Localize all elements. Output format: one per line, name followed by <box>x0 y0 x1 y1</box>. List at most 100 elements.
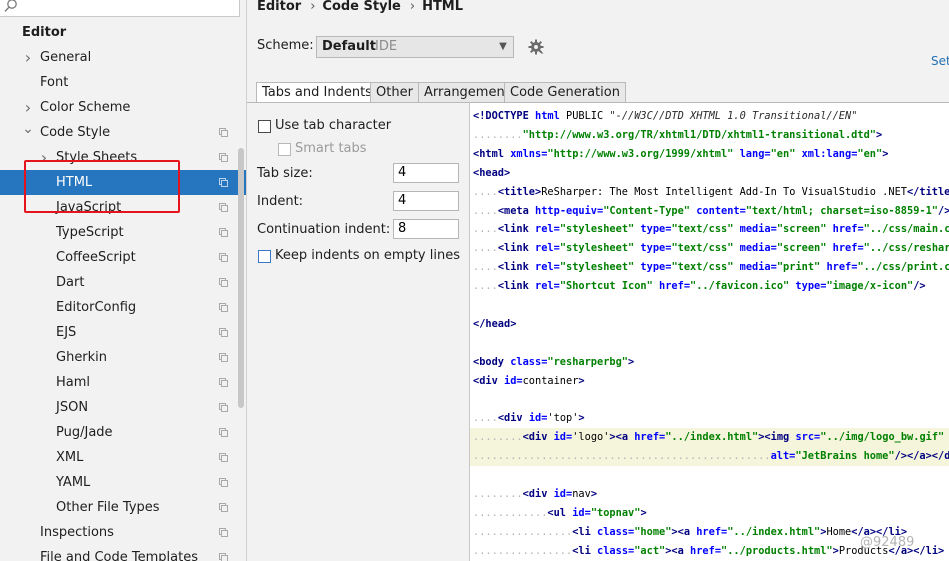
sidebar-item-label: XML <box>56 450 84 465</box>
sidebar-scrollbar[interactable] <box>238 148 244 408</box>
sidebar-item-dart[interactable]: Dart <box>0 270 246 295</box>
code-line: ....<link rel="stylesheet" type="text/cs… <box>473 258 949 277</box>
sidebar-item-other-file-types[interactable]: Other File Types <box>0 495 246 520</box>
code-token: > <box>578 412 585 425</box>
tab-code-generation[interactable]: Code Generation <box>504 82 626 102</box>
sidebar-item-yaml[interactable]: YAML <box>0 470 246 495</box>
breadcrumb-item-code-style[interactable]: Code Style <box>322 0 400 14</box>
sidebar-item-font[interactable]: Font <box>0 70 246 95</box>
indent-input[interactable] <box>393 191 459 211</box>
use-tab-checkbox[interactable] <box>258 120 271 133</box>
chevron-right-icon[interactable]: › <box>22 45 34 70</box>
sidebar-item-editor[interactable]: Editor <box>0 20 246 45</box>
code-token: <link <box>497 280 536 293</box>
code-token: "text/html; charset=iso-8859-1" <box>745 204 938 217</box>
continuation-indent-input[interactable] <box>393 219 459 239</box>
code-token: > <box>590 488 598 500</box>
tab-tabs-and-indents[interactable]: Tabs and Indents <box>256 82 378 103</box>
code-token: href= <box>826 242 864 255</box>
code-token: <ul <box>547 506 573 519</box>
code-token: "JetBrains home" <box>795 450 895 463</box>
sidebar-item-ejs[interactable]: EJS <box>0 320 246 345</box>
code-token: ............ <box>473 506 548 519</box>
sidebar-item-xml[interactable]: XML <box>0 445 246 470</box>
code-token: width= <box>944 431 949 443</box>
code-token: class= <box>510 355 548 368</box>
watermark-text: @92489 <box>860 535 915 550</box>
code-token: rel= <box>535 242 560 255</box>
tab-arrangement[interactable]: Arrangement <box>418 82 516 102</box>
code-token: id= <box>553 431 573 444</box>
sidebar-item-label: Pug/Jade <box>56 425 113 440</box>
sidebar-item-html[interactable]: HTML <box>0 170 246 195</box>
code-token: ><a <box>609 431 635 444</box>
code-token: "text/css" <box>671 223 734 236</box>
code-token: > <box>640 506 647 519</box>
code-line: <body class="resharperbg"> <box>473 353 634 372</box>
code-line: ....<title>ReSharper: The Most Intellige… <box>473 183 949 202</box>
code-token: lang= <box>733 147 771 160</box>
chevron-right-icon[interactable]: › <box>38 145 50 170</box>
code-token: 'logo' <box>572 431 610 444</box>
code-token: src= <box>795 431 821 444</box>
code-token: rel= <box>535 280 560 293</box>
code-line: ....<link rel="stylesheet" type="text/cs… <box>473 220 949 239</box>
code-token: "Shortcut Icon" <box>559 280 653 293</box>
code-token: http-equiv= <box>535 204 604 217</box>
sidebar-item-gherkin[interactable]: Gherkin <box>0 345 246 370</box>
sidebar-item-code-style[interactable]: ⌄ Code Style <box>0 120 246 145</box>
keep-indents-checkbox[interactable] <box>258 250 271 263</box>
code-token: "Content-Type" <box>603 204 691 217</box>
sidebar-item-inspections[interactable]: Inspections <box>0 520 246 545</box>
sidebar-item-pug-jade[interactable]: Pug/Jade <box>0 420 246 445</box>
sidebar-item-haml[interactable]: Haml <box>0 370 246 395</box>
code-token: Home <box>826 525 852 538</box>
project-scheme-icon <box>219 453 228 462</box>
code-token: id= <box>528 412 548 425</box>
sidebar-item-label: HTML <box>56 175 93 190</box>
sidebar-item-label: EditorConfig <box>56 300 137 315</box>
tab-other[interactable]: Other <box>370 82 419 102</box>
sidebar-item-typescript[interactable]: TypeScript <box>0 220 246 245</box>
code-line: ....<link rel="stylesheet" type="text/cs… <box>473 239 949 258</box>
code-token: <link <box>497 242 536 255</box>
chevron-down-icon[interactable]: ⌄ <box>22 120 34 145</box>
code-token: "text/css" <box>671 242 734 255</box>
code-token: id= <box>572 506 591 519</box>
code-preview[interactable]: <!DOCTYPE html PUBLIC "-//W3C//DTD XHTML… <box>470 103 949 561</box>
sidebar-item-editorconfig[interactable]: EditorConfig <box>0 295 246 320</box>
code-token: .... <box>473 261 498 274</box>
code-token: 'top' <box>547 412 579 425</box>
code-token: <div <box>522 431 554 444</box>
search-input[interactable] <box>0 0 240 17</box>
sidebar-item-javascript[interactable]: JavaScript <box>0 195 246 220</box>
code-token: ><img <box>758 431 796 444</box>
code-token: id= <box>504 374 523 387</box>
code-token: > <box>875 128 883 141</box>
sidebar-item-file-and-code-templates[interactable]: File and Code Templates <box>0 545 246 561</box>
code-token: href= <box>826 223 864 236</box>
project-scheme-icon <box>219 228 228 237</box>
set-from-link[interactable]: Set <box>931 54 949 68</box>
sidebar-item-json[interactable]: JSON <box>0 395 246 420</box>
sidebar-item-color-scheme[interactable]: › Color Scheme <box>0 95 246 120</box>
sidebar-item-label: Font <box>40 75 69 90</box>
project-scheme-icon <box>219 203 228 212</box>
sidebar-item-label: CoffeeScript <box>56 250 136 265</box>
code-line: ................<li class="home"><a href… <box>473 523 907 542</box>
sidebar-item-general[interactable]: › General <box>0 45 246 70</box>
code-token: > <box>578 374 585 387</box>
code-line: ........"http://www.w3.org/TR/xhtml1/DTD… <box>473 126 882 145</box>
sidebar-item-style-sheets[interactable]: › Style Sheets <box>0 145 246 170</box>
sidebar-item-label: Color Scheme <box>40 100 131 115</box>
breadcrumb-item-editor[interactable]: Editor <box>257 0 301 14</box>
gear-icon[interactable] <box>528 39 544 55</box>
chevron-right-icon[interactable]: › <box>22 95 34 120</box>
sidebar-item-coffeescript[interactable]: CoffeeScript <box>0 245 246 270</box>
tab-size-input[interactable] <box>393 163 459 183</box>
code-token: href= <box>652 280 691 293</box>
code-token: "-//W3C//DTD XHTML 1.0 Transitional//EN" <box>609 110 858 122</box>
code-token: "../css/resharper.css" <box>863 242 949 255</box>
code-token: <meta <box>497 204 536 217</box>
scheme-select[interactable]: Default IDE ▼ <box>316 36 514 58</box>
